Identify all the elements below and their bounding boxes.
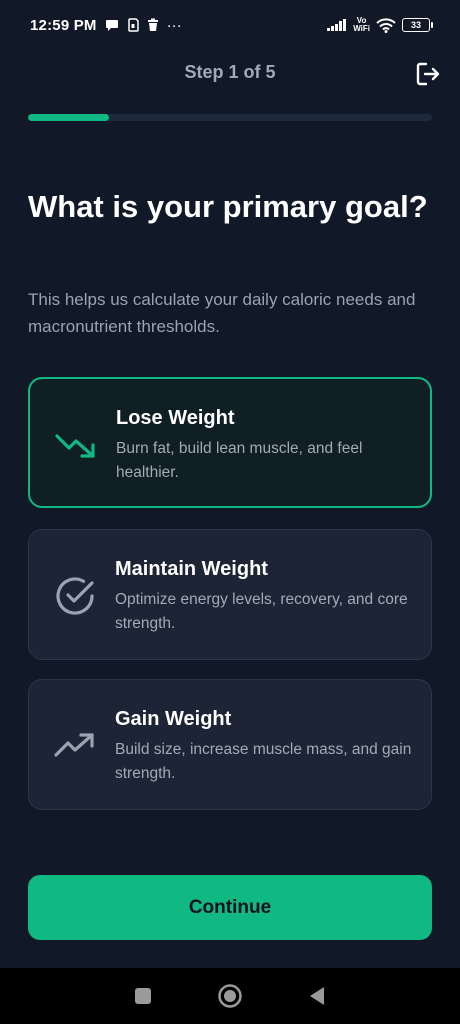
- vowifi-bottom: WiFi: [353, 24, 370, 33]
- signal-icon: [327, 19, 347, 31]
- goal-option-gain-weight[interactable]: Gain Weight Build size, increase muscle …: [28, 679, 432, 810]
- goal-option-maintain-weight[interactable]: Maintain Weight Optimize energy levels, …: [28, 529, 432, 660]
- trending-down-icon: [54, 423, 98, 467]
- option-title: Lose Weight: [116, 407, 235, 429]
- recents-button[interactable]: [123, 976, 163, 1016]
- option-description: Optimize energy levels, recovery, and co…: [115, 591, 408, 632]
- step-indicator: Step 1 of 5: [184, 61, 276, 82]
- status-time: 12:59 PM: [30, 16, 97, 34]
- option-description: Build size, increase muscle mass, and ga…: [115, 741, 412, 782]
- logout-icon: [416, 62, 440, 86]
- status-bar: 12:59 PM ··· Vo WiFi 33: [0, 0, 460, 50]
- logout-button[interactable]: [410, 56, 446, 92]
- goal-option-lose-weight[interactable]: Lose Weight Burn fat, build lean muscle,…: [28, 377, 432, 508]
- circle-icon: [218, 984, 242, 1008]
- check-circle-icon: [53, 574, 97, 618]
- option-description: Burn fat, build lean muscle, and feel he…: [116, 440, 363, 481]
- option-title: Gain Weight: [115, 708, 232, 730]
- system-nav-bar: [0, 968, 460, 1024]
- trash-icon: [147, 18, 159, 32]
- battery-indicator: 33: [402, 18, 433, 32]
- vowifi-indicator: Vo WiFi: [353, 17, 370, 33]
- trending-up-icon: [53, 724, 97, 768]
- sim-icon: [127, 18, 139, 32]
- continue-button[interactable]: Continue: [28, 875, 432, 940]
- status-left: 12:59 PM ···: [30, 17, 182, 34]
- progress-fill: [28, 114, 109, 121]
- page-subtitle: This helps us calculate your daily calor…: [28, 290, 416, 336]
- wifi-icon: [376, 17, 396, 33]
- square-icon: [135, 988, 152, 1004]
- back-button[interactable]: [297, 976, 337, 1016]
- triangle-back-icon: [309, 987, 324, 1005]
- message-icon: [105, 18, 119, 32]
- status-right: Vo WiFi 33: [327, 17, 433, 33]
- page-title: What is your primary goal?: [28, 189, 428, 224]
- header: Step 1 of 5: [0, 52, 460, 92]
- option-title: Maintain Weight: [115, 558, 268, 580]
- progress-bar: [28, 114, 432, 121]
- home-button[interactable]: [210, 976, 250, 1016]
- more-notifications-icon: ···: [166, 16, 182, 34]
